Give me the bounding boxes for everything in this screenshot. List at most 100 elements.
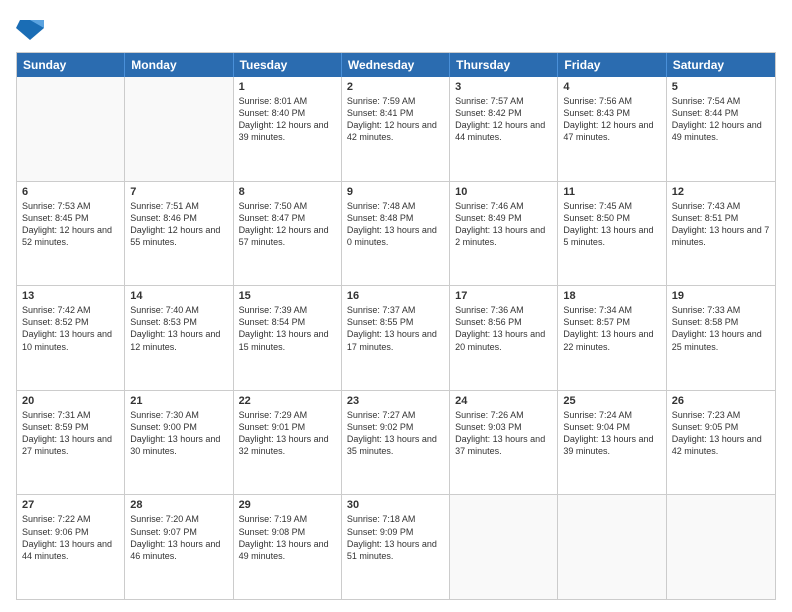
cell-content: Sunrise: 7:48 AM Sunset: 8:48 PM Dayligh…	[347, 200, 444, 249]
day-number: 17	[455, 290, 552, 302]
cell-content: Sunrise: 7:39 AM Sunset: 8:54 PM Dayligh…	[239, 304, 336, 353]
cell-content: Sunrise: 7:33 AM Sunset: 8:58 PM Dayligh…	[672, 304, 770, 353]
cell-content: Sunrise: 7:23 AM Sunset: 9:05 PM Dayligh…	[672, 409, 770, 458]
cell-content: Sunrise: 7:56 AM Sunset: 8:43 PM Dayligh…	[563, 95, 660, 144]
calendar-cell: 30 Sunrise: 7:18 AM Sunset: 9:09 PM Dayli…	[342, 495, 450, 599]
day-number: 8	[239, 186, 336, 198]
calendar-cell: 24Sunrise: 7:26 AM Sunset: 9:03 PM Dayli…	[450, 391, 558, 495]
calendar-cell: 27 Sunrise: 7:22 AM Sunset: 9:06 PM Dayli…	[17, 495, 125, 599]
day-number: 28	[130, 499, 227, 511]
cell-content: Sunrise: 7:43 AM Sunset: 8:51 PM Dayligh…	[672, 200, 770, 249]
calendar-cell: 8 Sunrise: 7:50 AM Sunset: 8:47 PM Daylig…	[234, 182, 342, 286]
cell-content: Sunrise: 7:31 AM Sunset: 8:59 PM Dayligh…	[22, 409, 119, 458]
calendar-row-3: 20 Sunrise: 7:31 AM Sunset: 8:59 PM Dayli…	[17, 390, 775, 495]
cell-content: Sunrise: 7:53 AM Sunset: 8:45 PM Dayligh…	[22, 200, 119, 249]
day-number: 11	[563, 186, 660, 198]
cell-content: Sunrise: 7:34 AM Sunset: 8:57 PM Dayligh…	[563, 304, 660, 353]
calendar-cell	[125, 77, 233, 181]
day-number: 3	[455, 81, 552, 93]
calendar-cell: 15 Sunrise: 7:39 AM Sunset: 8:54 PM Dayli…	[234, 286, 342, 390]
cell-content: Sunrise: 7:22 AM Sunset: 9:06 PM Dayligh…	[22, 513, 119, 562]
day-number: 5	[672, 81, 770, 93]
cell-content: Sunrise: 7:51 AM Sunset: 8:46 PM Dayligh…	[130, 200, 227, 249]
calendar-cell: 18 Sunrise: 7:34 AM Sunset: 8:57 PM Dayli…	[558, 286, 666, 390]
header-day-monday: Monday	[125, 53, 233, 77]
calendar-cell	[17, 77, 125, 181]
calendar-cell: 20 Sunrise: 7:31 AM Sunset: 8:59 PM Dayli…	[17, 391, 125, 495]
calendar-cell: 28 Sunrise: 7:20 AM Sunset: 9:07 PM Dayli…	[125, 495, 233, 599]
header-day-wednesday: Wednesday	[342, 53, 450, 77]
calendar-row-2: 13Sunrise: 7:42 AM Sunset: 8:52 PM Dayli…	[17, 285, 775, 390]
day-number: 10	[455, 186, 552, 198]
cell-content: Sunrise: 7:40 AM Sunset: 8:53 PM Dayligh…	[130, 304, 227, 353]
calendar-row-0: 1Sunrise: 8:01 AM Sunset: 8:40 PM Daylig…	[17, 77, 775, 181]
calendar-cell: 6 Sunrise: 7:53 AM Sunset: 8:45 PM Daylig…	[17, 182, 125, 286]
day-number: 29	[239, 499, 336, 511]
day-number: 26	[672, 395, 770, 407]
cell-content: Sunrise: 7:42 AM Sunset: 8:52 PM Dayligh…	[22, 304, 119, 353]
cell-content: Sunrise: 7:24 AM Sunset: 9:04 PM Dayligh…	[563, 409, 660, 458]
day-number: 18	[563, 290, 660, 302]
calendar-cell: 23Sunrise: 7:27 AM Sunset: 9:02 PM Dayli…	[342, 391, 450, 495]
cell-content: Sunrise: 7:46 AM Sunset: 8:49 PM Dayligh…	[455, 200, 552, 249]
calendar-header: SundayMondayTuesdayWednesdayThursdayFrid…	[17, 53, 775, 77]
calendar-cell: 13Sunrise: 7:42 AM Sunset: 8:52 PM Dayli…	[17, 286, 125, 390]
cell-content: Sunrise: 7:54 AM Sunset: 8:44 PM Dayligh…	[672, 95, 770, 144]
cell-content: Sunrise: 7:20 AM Sunset: 9:07 PM Dayligh…	[130, 513, 227, 562]
calendar-cell: 14Sunrise: 7:40 AM Sunset: 8:53 PM Dayli…	[125, 286, 233, 390]
cell-content: Sunrise: 7:18 AM Sunset: 9:09 PM Dayligh…	[347, 513, 444, 562]
calendar-row-4: 27 Sunrise: 7:22 AM Sunset: 9:06 PM Dayli…	[17, 494, 775, 599]
calendar-cell: 26 Sunrise: 7:23 AM Sunset: 9:05 PM Dayli…	[667, 391, 775, 495]
day-number: 9	[347, 186, 444, 198]
calendar-cell: 17 Sunrise: 7:36 AM Sunset: 8:56 PM Dayli…	[450, 286, 558, 390]
calendar-cell: 12Sunrise: 7:43 AM Sunset: 8:51 PM Dayli…	[667, 182, 775, 286]
cell-content: Sunrise: 7:19 AM Sunset: 9:08 PM Dayligh…	[239, 513, 336, 562]
cell-content: Sunrise: 7:27 AM Sunset: 9:02 PM Dayligh…	[347, 409, 444, 458]
calendar-cell: 1Sunrise: 8:01 AM Sunset: 8:40 PM Daylig…	[234, 77, 342, 181]
calendar-cell: 11 Sunrise: 7:45 AM Sunset: 8:50 PM Dayli…	[558, 182, 666, 286]
calendar-cell: 7 Sunrise: 7:51 AM Sunset: 8:46 PM Daylig…	[125, 182, 233, 286]
day-number: 20	[22, 395, 119, 407]
day-number: 2	[347, 81, 444, 93]
cell-content: Sunrise: 7:36 AM Sunset: 8:56 PM Dayligh…	[455, 304, 552, 353]
day-number: 21	[130, 395, 227, 407]
header-day-sunday: Sunday	[17, 53, 125, 77]
day-number: 16	[347, 290, 444, 302]
calendar: SundayMondayTuesdayWednesdayThursdayFrid…	[16, 52, 776, 600]
calendar-cell: 25 Sunrise: 7:24 AM Sunset: 9:04 PM Dayli…	[558, 391, 666, 495]
cell-content: Sunrise: 7:29 AM Sunset: 9:01 PM Dayligh…	[239, 409, 336, 458]
calendar-cell: 4 Sunrise: 7:56 AM Sunset: 8:43 PM Daylig…	[558, 77, 666, 181]
calendar-cell: 22 Sunrise: 7:29 AM Sunset: 9:01 PM Dayli…	[234, 391, 342, 495]
calendar-cell: 3Sunrise: 7:57 AM Sunset: 8:42 PM Daylig…	[450, 77, 558, 181]
day-number: 4	[563, 81, 660, 93]
calendar-cell: 21 Sunrise: 7:30 AM Sunset: 9:00 PM Dayli…	[125, 391, 233, 495]
calendar-cell: 29 Sunrise: 7:19 AM Sunset: 9:08 PM Dayli…	[234, 495, 342, 599]
cell-content: Sunrise: 7:45 AM Sunset: 8:50 PM Dayligh…	[563, 200, 660, 249]
day-number: 6	[22, 186, 119, 198]
calendar-cell: 5 Sunrise: 7:54 AM Sunset: 8:44 PM Daylig…	[667, 77, 775, 181]
cell-content: Sunrise: 8:01 AM Sunset: 8:40 PM Dayligh…	[239, 95, 336, 144]
cell-content: Sunrise: 7:50 AM Sunset: 8:47 PM Dayligh…	[239, 200, 336, 249]
day-number: 19	[672, 290, 770, 302]
logo	[16, 12, 48, 44]
page: SundayMondayTuesdayWednesdayThursdayFrid…	[0, 0, 792, 612]
day-number: 25	[563, 395, 660, 407]
logo-icon	[16, 12, 44, 44]
day-number: 22	[239, 395, 336, 407]
day-number: 7	[130, 186, 227, 198]
calendar-cell: 9 Sunrise: 7:48 AM Sunset: 8:48 PM Daylig…	[342, 182, 450, 286]
header-day-friday: Friday	[558, 53, 666, 77]
header-day-saturday: Saturday	[667, 53, 775, 77]
header-day-tuesday: Tuesday	[234, 53, 342, 77]
calendar-cell: 19 Sunrise: 7:33 AM Sunset: 8:58 PM Dayli…	[667, 286, 775, 390]
calendar-row-1: 6 Sunrise: 7:53 AM Sunset: 8:45 PM Daylig…	[17, 181, 775, 286]
day-number: 30	[347, 499, 444, 511]
header-day-thursday: Thursday	[450, 53, 558, 77]
cell-content: Sunrise: 7:30 AM Sunset: 9:00 PM Dayligh…	[130, 409, 227, 458]
day-number: 24	[455, 395, 552, 407]
day-number: 27	[22, 499, 119, 511]
cell-content: Sunrise: 7:59 AM Sunset: 8:41 PM Dayligh…	[347, 95, 444, 144]
calendar-cell: 10 Sunrise: 7:46 AM Sunset: 8:49 PM Dayli…	[450, 182, 558, 286]
calendar-cell	[450, 495, 558, 599]
day-number: 15	[239, 290, 336, 302]
